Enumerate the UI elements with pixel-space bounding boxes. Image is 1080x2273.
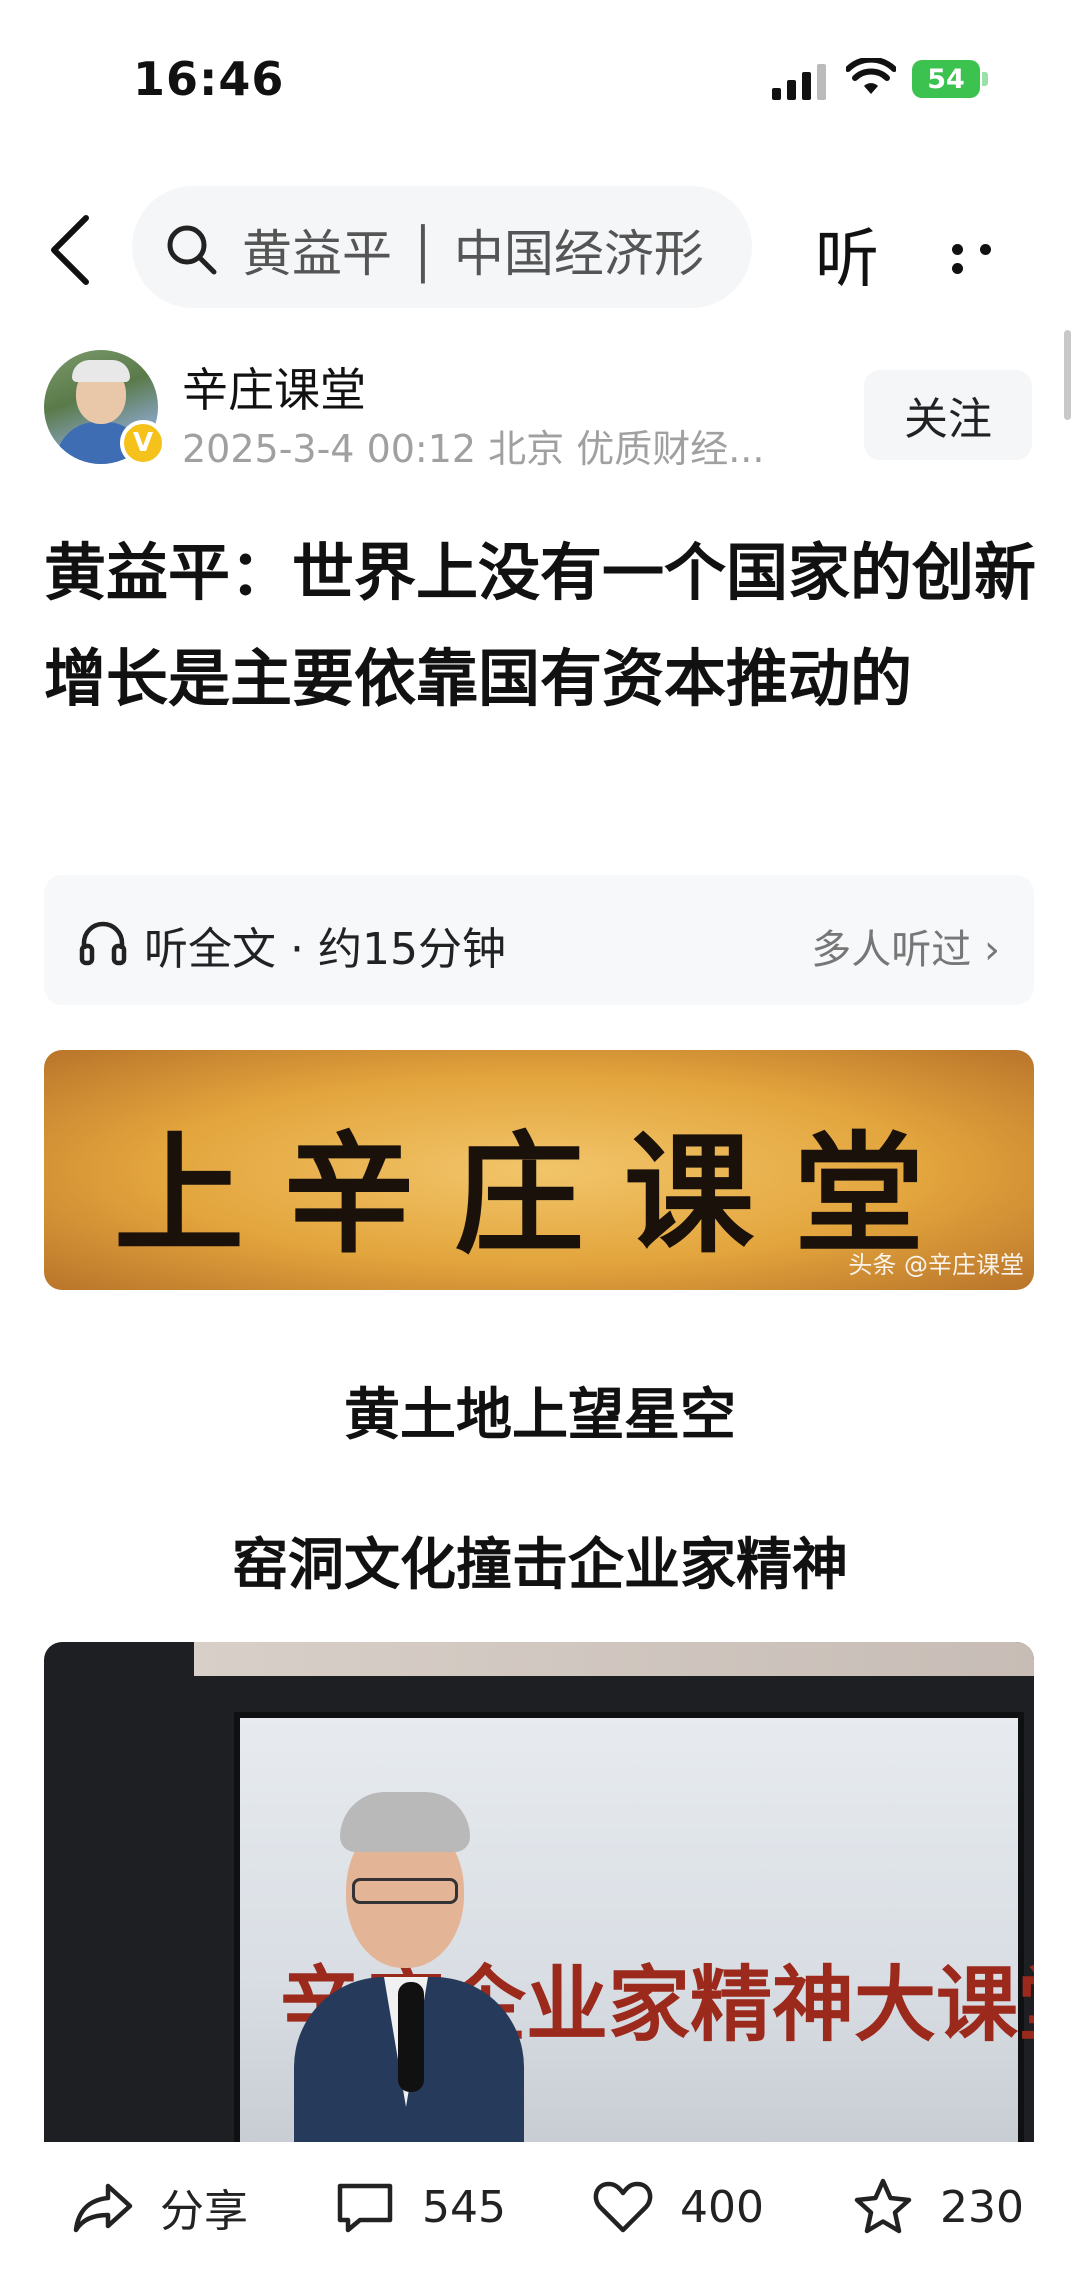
- like-count: 400: [680, 2181, 764, 2233]
- listen-button[interactable]: 听: [815, 208, 879, 300]
- subheading-2: 窑洞文化撞击企业家精神: [232, 1533, 848, 1598]
- author-name[interactable]: 辛庄课堂: [182, 354, 366, 420]
- post-meta: 2025-3-4 00:12 北京 优质财经...: [182, 427, 765, 471]
- share-icon: [73, 2183, 133, 2233]
- search-icon: [167, 225, 217, 275]
- search-query: 黄益平 │ 中国经济形: [242, 225, 704, 283]
- search-bar[interactable]: 黄益平 │ 中国经济形: [132, 186, 752, 308]
- banner-image: 上辛庄课堂 头条 @辛庄课堂: [44, 1050, 1034, 1290]
- verified-badge-icon: V: [120, 420, 166, 466]
- heart-icon: [593, 2181, 653, 2233]
- star-icon: [854, 2178, 912, 2234]
- battery-level: 54: [912, 60, 980, 98]
- share-label: 分享: [160, 2186, 248, 2237]
- battery-cap: [982, 72, 988, 86]
- battery-icon: 54: [912, 60, 988, 98]
- status-bar: 16:46 54: [0, 0, 1080, 160]
- speaker: [294, 1792, 524, 2142]
- bottom-action-bar: 分享 545 400 230: [0, 2142, 1080, 2273]
- favorite-button[interactable]: 230: [852, 2172, 1024, 2242]
- scrollbar[interactable]: [1064, 330, 1071, 420]
- comment-button[interactable]: 545: [334, 2172, 506, 2242]
- headphones-icon: [79, 921, 127, 966]
- article-photo[interactable]: 辛庄企业家精神大课堂: [44, 1642, 1034, 2142]
- back-arrow-icon[interactable]: [44, 210, 104, 290]
- cellular-signal-icon: [772, 64, 826, 100]
- banner-watermark: 头条 @辛庄课堂: [848, 1251, 1024, 1279]
- wifi-icon: [846, 58, 896, 94]
- listen-full-text-panel[interactable]: 听全文 · 约15分钟 多人听过 ›: [44, 875, 1034, 1005]
- author-row: V 辛庄课堂 2025-3-4 00:12 北京 优质财经... 关注: [44, 350, 1044, 480]
- comment-count: 545: [422, 2181, 506, 2233]
- listen-count-link[interactable]: 多人听过 ›: [811, 917, 1000, 975]
- article-title: 黄益平：世界上没有一个国家的创新增长是主要依靠国有资本推动的: [44, 536, 1037, 715]
- share-button[interactable]: 分享: [72, 2172, 248, 2242]
- microphone: [398, 1982, 424, 2092]
- listen-full-text: 听全文 · 约15分钟: [144, 924, 506, 975]
- subheading-1: 黄土地上望星空: [344, 1383, 736, 1448]
- favorite-count: 230: [940, 2181, 1024, 2233]
- more-options-icon[interactable]: [952, 240, 1032, 274]
- nav-bar: 黄益平 │ 中国经济形 听: [0, 180, 1080, 320]
- follow-button[interactable]: 关注: [864, 370, 1032, 460]
- comment-icon: [337, 2183, 393, 2233]
- like-button[interactable]: 400: [592, 2172, 764, 2242]
- status-time: 16:46: [133, 52, 285, 106]
